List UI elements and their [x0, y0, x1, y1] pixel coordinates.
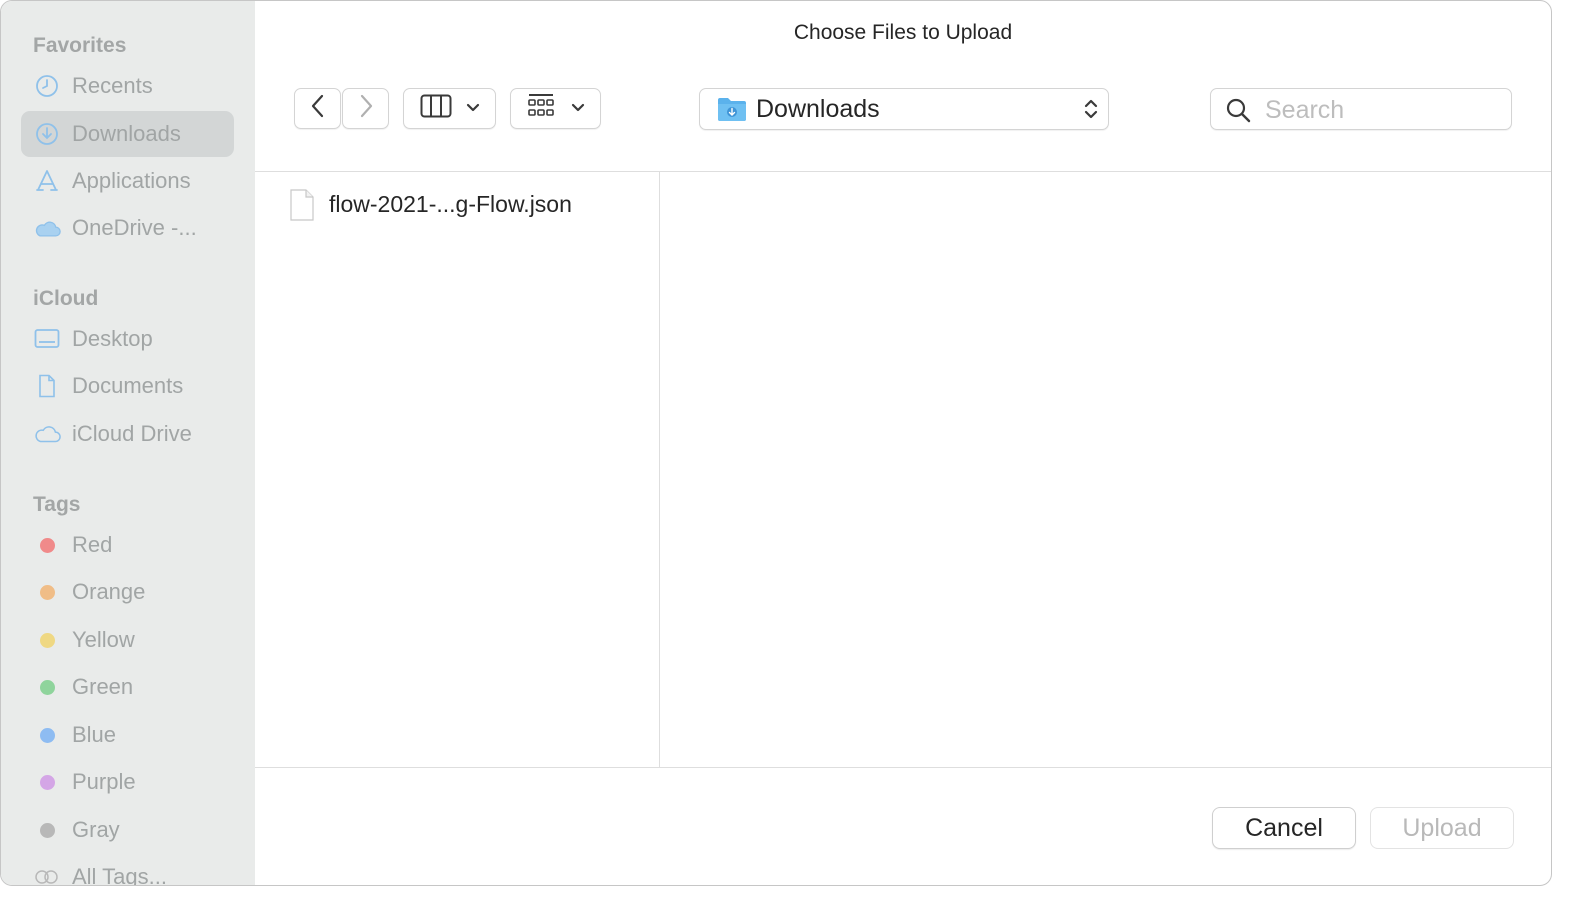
cancel-button[interactable]: Cancel	[1212, 807, 1356, 849]
cloud-outline-icon	[33, 422, 61, 446]
sidebar-item-label: All Tags...	[72, 864, 167, 886]
tag-dot	[39, 632, 55, 648]
sidebar-tag-gray[interactable]: Gray	[21, 807, 234, 853]
tag-dot	[39, 727, 55, 743]
sidebar-item-desktop[interactable]: Desktop	[21, 316, 234, 362]
icloud-heading: iCloud	[33, 287, 99, 310]
sidebar-item-label: Orange	[72, 579, 146, 604]
tag-dot	[39, 537, 55, 553]
tag-dot	[39, 822, 55, 838]
chevron-down-icon	[571, 100, 585, 118]
columns-view-icon	[420, 94, 452, 123]
favorites-heading: Favorites	[33, 34, 127, 57]
toolbar-divider	[255, 171, 1551, 172]
file-upload-dialog: Favorites Recents Downloads Applications…	[0, 0, 1552, 886]
desktop-icon	[33, 327, 61, 351]
file-name: flow-2021-...g-Flow.json	[329, 191, 572, 217]
sidebar-item-downloads[interactable]: Downloads	[21, 111, 234, 157]
tag-color-icon	[33, 675, 61, 699]
tag-dot	[39, 679, 55, 695]
grid-icon	[527, 93, 555, 124]
sidebar-item-icloud-drive[interactable]: iCloud Drive	[21, 411, 234, 457]
tag-color-icon	[33, 580, 61, 604]
download-icon	[33, 122, 61, 146]
chevron-left-icon	[311, 94, 325, 123]
sidebar-item-label: Documents	[72, 373, 184, 398]
sidebar-tag-yellow[interactable]: Yellow	[21, 617, 234, 663]
tag-color-icon	[33, 723, 61, 747]
tag-color-icon	[33, 818, 61, 842]
sidebar-item-label: OneDrive -...	[72, 215, 197, 240]
sidebar: Favorites Recents Downloads Applications…	[1, 1, 255, 885]
view-mode-button[interactable]	[403, 88, 496, 129]
sidebar-tag-purple[interactable]: Purple	[21, 759, 234, 805]
sidebar-all-tags[interactable]: All Tags...	[21, 854, 234, 886]
document-icon	[33, 374, 61, 398]
search-field[interactable]	[1210, 88, 1512, 130]
clock-icon	[33, 74, 61, 98]
sidebar-item-recents[interactable]: Recents	[21, 63, 234, 109]
sidebar-tag-blue[interactable]: Blue	[21, 712, 234, 758]
sidebar-tag-orange[interactable]: Orange	[21, 569, 234, 615]
sidebar-item-label: iCloud Drive	[72, 421, 192, 446]
chevron-right-icon	[359, 94, 373, 123]
sidebar-item-onedrive[interactable]: OneDrive -...	[21, 205, 234, 251]
dialog-title: Choose Files to Upload	[793, 21, 1013, 44]
sidebar-item-label: Gray	[72, 817, 120, 842]
back-button[interactable]	[294, 88, 341, 129]
footer-divider	[255, 767, 1551, 768]
sidebar-item-label: Blue	[72, 722, 117, 747]
tag-color-icon	[33, 770, 61, 794]
sidebar-item-label: Recents	[72, 73, 153, 98]
cloud-icon	[33, 216, 61, 240]
tag-color-icon	[33, 628, 61, 652]
sidebar-item-label: Downloads	[72, 121, 181, 146]
sidebar-item-label: Yellow	[72, 627, 135, 652]
all-tags-icon	[33, 865, 61, 885]
upload-button[interactable]: Upload	[1370, 807, 1514, 849]
main-panel: Choose Files to Upload Downloads Search …	[255, 1, 1551, 885]
search-input[interactable]	[1263, 94, 1497, 126]
sidebar-item-documents[interactable]: Documents	[21, 363, 234, 409]
tag-color-icon	[33, 533, 61, 557]
sidebar-item-applications[interactable]: Applications	[21, 158, 234, 204]
tag-dot	[39, 774, 55, 790]
sidebar-item-label: Purple	[72, 769, 136, 794]
search-icon	[1225, 97, 1251, 128]
document-icon	[289, 189, 315, 226]
updown-chevron-icon	[1084, 97, 1098, 126]
tag-dot	[39, 584, 55, 600]
column-divider	[659, 172, 660, 767]
downloads-folder-icon	[717, 96, 747, 127]
applications-icon	[33, 169, 61, 193]
sidebar-item-label: Red	[72, 532, 113, 557]
tags-heading: Tags	[33, 493, 81, 516]
sidebar-tag-red[interactable]: Red	[21, 522, 234, 568]
forward-button[interactable]	[342, 88, 389, 129]
location-label: Downloads	[756, 95, 880, 123]
group-options-button[interactable]	[510, 88, 601, 129]
sidebar-item-label: Green	[72, 674, 134, 699]
sidebar-item-label: Desktop	[72, 326, 153, 351]
sidebar-tag-green[interactable]: Green	[21, 664, 234, 710]
location-popup[interactable]: Downloads	[699, 88, 1109, 130]
sidebar-item-label: Applications	[72, 168, 191, 193]
chevron-down-icon	[466, 100, 480, 118]
